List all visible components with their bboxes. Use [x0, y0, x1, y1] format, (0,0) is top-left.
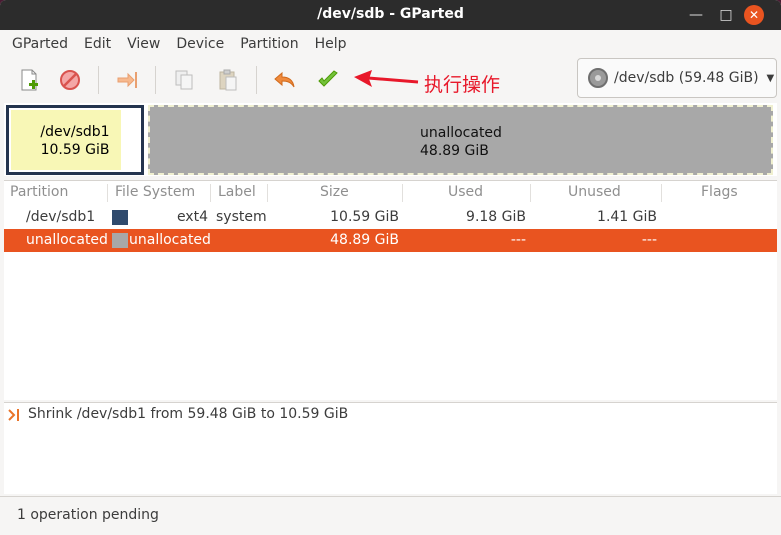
chevron-down-icon: ▼ [766, 72, 775, 84]
toolbar-separator [155, 66, 156, 94]
column-separator [107, 184, 108, 202]
apply-icon [318, 70, 338, 87]
disk-graph-sdb1-size: 10.59 GiB [40, 142, 110, 158]
table-row[interactable]: /dev/sdb1 ext4 system 10.59 GiB 9.18 GiB… [4, 206, 777, 229]
column-separator [530, 184, 531, 202]
menu-device[interactable]: Device [168, 36, 232, 52]
annotation-arrow-icon [354, 70, 419, 87]
delete-icon [60, 70, 80, 90]
device-label: /dev/sdb (59.48 GiB) [614, 70, 759, 86]
filesystem-cell: unallocated [129, 232, 211, 248]
table-header: Partition File System Label Size Used Un… [4, 181, 777, 205]
apply-button[interactable] [310, 62, 346, 98]
column-separator [661, 184, 662, 202]
column-header-used[interactable]: Used [448, 184, 483, 200]
column-separator [210, 184, 211, 202]
column-header-size[interactable]: Size [320, 184, 349, 200]
resize-move-button[interactable] [109, 62, 145, 98]
size-cell: 48.89 GiB [330, 232, 399, 248]
disk-icon [588, 68, 608, 88]
column-header-filesystem[interactable]: File System [115, 184, 195, 200]
disk-graph-unallocated-label: unallocated 48.89 GiB [420, 124, 502, 160]
operation-item[interactable]: Shrink /dev/sdb1 from 59.48 GiB to 10.59… [28, 406, 348, 422]
disk-graph-sdb1-name: /dev/sdb1 [40, 124, 110, 140]
new-partition-button[interactable] [11, 62, 47, 98]
column-separator [402, 184, 403, 202]
column-header-unused[interactable]: Unused [568, 184, 621, 200]
paste-button[interactable] [210, 62, 246, 98]
menu-edit[interactable]: Edit [76, 36, 119, 52]
undo-button[interactable] [267, 62, 303, 98]
resize-move-icon [117, 72, 137, 88]
unused-cell: --- [641, 232, 657, 248]
paste-icon [219, 69, 237, 91]
copy-button[interactable] [166, 62, 202, 98]
label-cell: system [216, 209, 267, 225]
filesystem-color-swatch [112, 210, 128, 225]
title-bar[interactable]: /dev/sdb - GParted — □ ✕ [0, 0, 781, 30]
column-header-flags[interactable]: Flags [701, 184, 738, 200]
column-separator [267, 184, 268, 202]
toolbar-separator [98, 66, 99, 94]
disk-graph-unallocated-size: 48.89 GiB [420, 143, 489, 159]
menu-gparted[interactable]: GParted [4, 36, 76, 52]
filesystem-color-swatch [112, 233, 128, 248]
size-cell: 10.59 GiB [330, 209, 399, 225]
window-title: /dev/sdb - GParted [317, 6, 464, 22]
disk-graph: /dev/sdb1 10.59 GiB unallocated 48.89 Gi… [4, 103, 777, 176]
pending-operations-list: Shrink /dev/sdb1 from 59.48 GiB to 10.59… [4, 402, 777, 494]
partition-cell: /dev/sdb1 [26, 209, 96, 225]
resize-operation-icon [8, 409, 19, 421]
status-text: 1 operation pending [17, 507, 159, 523]
menu-view[interactable]: View [119, 36, 168, 52]
menu-help[interactable]: Help [307, 36, 355, 52]
partition-table: Partition File System Label Size Used Un… [4, 180, 777, 400]
undo-icon [274, 71, 295, 88]
partition-cell: unallocated [26, 232, 108, 248]
filesystem-cell: ext4 [176, 209, 208, 225]
minimize-icon[interactable]: — [686, 5, 706, 25]
new-partition-icon [21, 69, 38, 91]
column-header-label[interactable]: Label [218, 184, 256, 200]
gparted-window: /dev/sdb - GParted — □ ✕ GParted Edit Vi… [0, 0, 781, 535]
menu-bar: GParted Edit View Device Partition Help [0, 30, 781, 58]
disk-graph-unallocated[interactable]: unallocated 48.89 GiB [148, 105, 773, 175]
used-cell: 9.18 GiB [466, 209, 526, 225]
device-selector[interactable]: /dev/sdb (59.48 GiB) ▼ [577, 58, 777, 98]
status-bar: 1 operation pending [0, 496, 781, 535]
disk-graph-unallocated-name: unallocated [420, 125, 502, 141]
copy-icon [175, 70, 193, 90]
toolbar-separator [256, 66, 257, 94]
annotation-text: 执行操作 [424, 74, 501, 96]
used-cell: --- [510, 232, 526, 248]
column-header-partition[interactable]: Partition [10, 184, 68, 200]
table-row-selected[interactable]: unallocated unallocated 48.89 GiB --- --… [4, 229, 777, 252]
menu-partition[interactable]: Partition [232, 36, 306, 52]
close-icon[interactable]: ✕ [744, 5, 764, 25]
disk-graph-sdb1-label: /dev/sdb1 10.59 GiB [9, 123, 141, 159]
disk-graph-partition-sdb1[interactable]: /dev/sdb1 10.59 GiB [6, 105, 144, 175]
unused-cell: 1.41 GiB [597, 209, 657, 225]
delete-button[interactable] [52, 62, 88, 98]
maximize-icon[interactable]: □ [716, 5, 736, 25]
